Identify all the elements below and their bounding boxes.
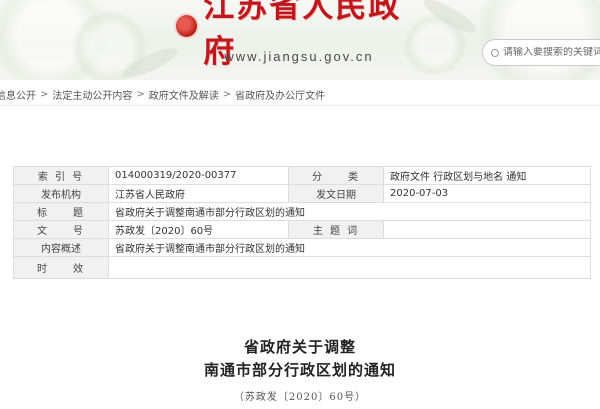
category-label: 分 类: [288, 166, 384, 185]
search-input[interactable]: [503, 47, 600, 58]
keywords-label: 主 题 词: [288, 220, 384, 239]
site-url: www.jiangsu.gov.cn: [224, 49, 374, 64]
document-title: 省政府关于调整 南通市部分行政区划的通知: [0, 336, 600, 382]
validity-label: 时 效: [13, 256, 109, 279]
emblem-icon: [176, 15, 198, 37]
breadcrumb: 信息公开 > 法定主动公开内容 > 政府文件及解读 > 省政府及办公厅文件: [0, 84, 600, 106]
index-number-label: 索 引 号: [13, 166, 109, 185]
summary-value: 省政府关于调整南通市部分行政区划的通知: [108, 238, 591, 257]
table-row: 内容概述 省政府关于调整南通市部分行政区划的通知: [13, 238, 591, 257]
index-number-value: 014000319/2020-00377: [108, 166, 289, 185]
breadcrumb-separator: >: [222, 89, 232, 100]
table-row: 文 号 苏政发〔2020〕60号 主 题 词: [13, 220, 591, 239]
table-row: 标 题 省政府关于调整南通市部分行政区划的通知: [13, 202, 591, 221]
document-title-line1: 省政府关于调整: [243, 338, 356, 356]
breadcrumb-separator: >: [136, 89, 145, 100]
publisher-value: 江苏省人民政府: [108, 184, 289, 203]
category-value: 政府文件 行政区划与地名 通知: [383, 166, 591, 185]
search-box[interactable]: [482, 39, 600, 66]
search-icon[interactable]: [491, 48, 499, 57]
doc-number-label: 文 号: [13, 220, 109, 239]
issue-date-value: 2020-07-03: [383, 184, 591, 203]
document-number: （苏政发〔2020〕60号）: [233, 392, 367, 403]
table-row: 发布机构 江苏省人民政府 发文日期 2020-07-03: [13, 184, 591, 203]
doc-number-value: 苏政发〔2020〕60号: [108, 220, 289, 239]
summary-label: 内容概述: [13, 238, 109, 257]
publisher-label: 发布机构: [13, 184, 109, 203]
breadcrumb-item-gov-documents[interactable]: 政府文件及解读: [149, 87, 219, 102]
breadcrumb-item-info-disclosure[interactable]: 信息公开: [0, 87, 36, 102]
keywords-value: [383, 220, 591, 239]
header-banner: 江苏省人民政府 www.jiangsu.gov.cn: [0, 0, 600, 80]
table-row: 时 效: [13, 256, 591, 279]
validity-value: [108, 256, 591, 279]
document-info-table: 索 引 号 014000319/2020-00377 分 类 政府文件 行政区划…: [13, 166, 591, 279]
table-row: 索 引 号 014000319/2020-00377 分 类 政府文件 行政区划…: [13, 166, 591, 185]
issue-date-label: 发文日期: [288, 184, 384, 203]
title-value: 省政府关于调整南通市部分行政区划的通知: [108, 202, 591, 221]
breadcrumb-item-provincial-documents[interactable]: 省政府及办公厅文件: [235, 87, 325, 102]
breadcrumb-separator: >: [40, 89, 49, 100]
title-label: 标 题: [13, 202, 109, 221]
site-logo[interactable]: 江苏省人民政府: [176, 0, 426, 70]
document-title-line2: 南通市部分行政区划的通知: [203, 361, 396, 379]
breadcrumb-item-statutory-content[interactable]: 法定主动公开内容: [52, 87, 132, 102]
